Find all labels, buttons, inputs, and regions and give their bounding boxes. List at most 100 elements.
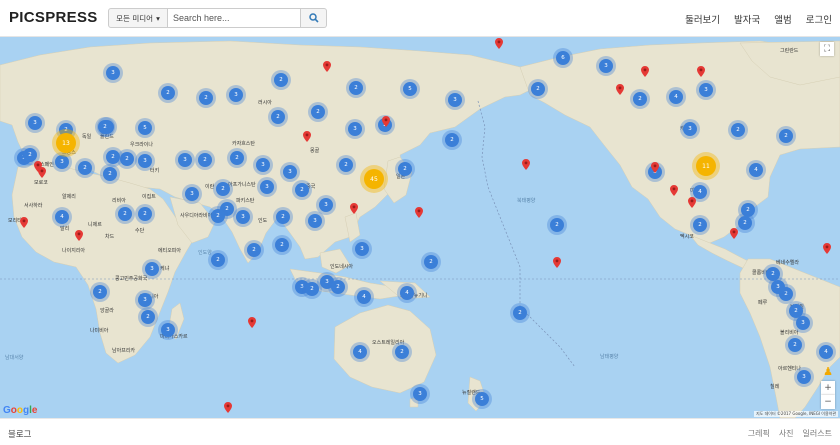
photo-cluster-marker[interactable]: 4 xyxy=(819,345,833,359)
fullscreen-button[interactable]: ⛶ xyxy=(820,42,834,56)
app-logo[interactable]: PICSPRESS xyxy=(9,9,98,26)
photo-cluster-marker[interactable]: 4 xyxy=(357,290,371,304)
photo-cluster-marker[interactable]: 2 xyxy=(199,91,213,105)
nav-explore[interactable]: 둘러보기 xyxy=(685,12,720,26)
photo-cluster-marker[interactable]: 3 xyxy=(348,122,362,136)
photo-cluster-marker[interactable]: 2 xyxy=(247,243,261,257)
photo-cluster-marker[interactable]: 2 xyxy=(424,255,438,269)
photo-cluster-marker-large[interactable]: 13 xyxy=(56,133,76,153)
location-pin-icon[interactable] xyxy=(38,167,46,178)
photo-cluster-marker[interactable]: 2 xyxy=(106,150,120,164)
photo-cluster-marker[interactable]: 3 xyxy=(106,66,120,80)
location-pin-icon[interactable] xyxy=(350,203,358,214)
location-pin-icon[interactable] xyxy=(382,116,390,127)
photo-cluster-marker[interactable]: 2 xyxy=(271,110,285,124)
photo-cluster-marker[interactable]: 3 xyxy=(138,293,152,307)
photo-cluster-marker[interactable]: 2 xyxy=(788,338,802,352)
photo-cluster-marker[interactable]: 2 xyxy=(398,162,412,176)
photo-cluster-marker[interactable]: 4 xyxy=(669,90,683,104)
photo-cluster-marker[interactable]: 3 xyxy=(413,387,427,401)
photo-cluster-marker[interactable]: 3 xyxy=(260,180,274,194)
footer-link-illustration[interactable]: 일러스트 xyxy=(803,428,832,439)
photo-cluster-marker[interactable]: 2 xyxy=(274,73,288,87)
location-pin-icon[interactable] xyxy=(730,228,738,239)
photo-cluster-marker[interactable]: 2 xyxy=(531,82,545,96)
photo-cluster-marker[interactable]: 3 xyxy=(185,187,199,201)
photo-cluster-marker[interactable]: 3 xyxy=(448,93,462,107)
location-pin-icon[interactable] xyxy=(616,84,624,95)
location-pin-icon[interactable] xyxy=(415,207,423,218)
zoom-in-button[interactable]: + xyxy=(821,381,835,395)
photo-cluster-marker[interactable]: 2 xyxy=(633,92,647,106)
photo-cluster-marker[interactable]: 2 xyxy=(138,207,152,221)
photo-cluster-marker[interactable]: 4 xyxy=(749,163,763,177)
photo-cluster-marker[interactable]: 2 xyxy=(103,167,117,181)
photo-cluster-marker[interactable]: 3 xyxy=(355,242,369,256)
photo-cluster-marker[interactable]: 2 xyxy=(766,267,780,281)
photo-cluster-marker[interactable]: 3 xyxy=(683,122,697,136)
location-pin-icon[interactable] xyxy=(641,66,649,77)
photo-cluster-marker[interactable]: 2 xyxy=(349,81,363,95)
photo-cluster-marker[interactable]: 2 xyxy=(216,182,230,196)
photo-cluster-marker[interactable]: 3 xyxy=(319,198,333,212)
location-pin-icon[interactable] xyxy=(495,38,503,49)
location-pin-icon[interactable] xyxy=(670,185,678,196)
location-pin-icon[interactable] xyxy=(224,402,232,413)
photo-cluster-marker[interactable]: 2 xyxy=(693,218,707,232)
photo-cluster-marker[interactable]: 6 xyxy=(556,51,570,65)
location-pin-icon[interactable] xyxy=(20,217,28,228)
location-pin-icon[interactable] xyxy=(75,230,83,241)
photo-cluster-marker[interactable]: 5 xyxy=(138,121,152,135)
photo-cluster-marker[interactable]: 5 xyxy=(403,82,417,96)
photo-cluster-marker[interactable]: 3 xyxy=(161,323,175,337)
photo-cluster-marker[interactable]: 2 xyxy=(78,161,92,175)
photo-cluster-marker[interactable]: 3 xyxy=(599,59,613,73)
photo-cluster-marker[interactable]: 2 xyxy=(550,218,564,232)
photo-cluster-marker[interactable]: 2 xyxy=(161,86,175,100)
photo-cluster-marker[interactable]: 2 xyxy=(779,129,793,143)
location-pin-icon[interactable] xyxy=(522,159,530,170)
nav-footprints[interactable]: 발자국 xyxy=(734,12,760,26)
photo-cluster-marker[interactable]: 2 xyxy=(141,310,155,324)
footer-blog-link[interactable]: 블로그 xyxy=(8,428,31,440)
photo-cluster-marker[interactable]: 4 xyxy=(400,286,414,300)
location-pin-icon[interactable] xyxy=(651,162,659,173)
photo-cluster-marker[interactable]: 4 xyxy=(55,210,69,224)
search-input[interactable] xyxy=(168,8,301,28)
photo-cluster-marker[interactable]: 3 xyxy=(55,155,69,169)
location-pin-icon[interactable] xyxy=(248,317,256,328)
photo-cluster-marker[interactable]: 2 xyxy=(211,253,225,267)
photo-cluster-marker[interactable]: 3 xyxy=(256,158,270,172)
photo-cluster-marker[interactable]: 2 xyxy=(211,209,225,223)
photo-cluster-marker[interactable]: 2 xyxy=(445,133,459,147)
photo-cluster-marker[interactable]: 2 xyxy=(331,280,345,294)
photo-cluster-marker[interactable]: 2 xyxy=(513,306,527,320)
map-attribution[interactable]: 지도 데이터 ©2017 Google, INEGI 이용약관 xyxy=(753,411,838,417)
photo-cluster-marker[interactable]: 3 xyxy=(771,280,785,294)
photo-cluster-marker[interactable]: 2 xyxy=(275,238,289,252)
street-view-pegman[interactable]: ♟ xyxy=(821,364,835,378)
photo-cluster-marker[interactable]: 2 xyxy=(93,285,107,299)
photo-cluster-marker[interactable]: 2 xyxy=(23,148,37,162)
photo-cluster-marker[interactable]: 3 xyxy=(138,154,152,168)
photo-cluster-marker[interactable]: 2 xyxy=(295,183,309,197)
photo-cluster-marker[interactable]: 5 xyxy=(475,392,489,406)
photo-cluster-marker[interactable]: 4 xyxy=(353,345,367,359)
google-logo[interactable]: Google xyxy=(3,405,37,416)
world-map[interactable]: 북태평양 남태평양 인도양 남대서양 러시아 카자흐스탄 중국 몽골 인도 이란… xyxy=(0,37,840,418)
media-filter-dropdown[interactable]: 모든 미디어 ▾ xyxy=(108,8,168,28)
photo-cluster-marker[interactable]: 2 xyxy=(738,216,752,230)
photo-cluster-marker[interactable]: 2 xyxy=(311,105,325,119)
location-pin-icon[interactable] xyxy=(303,131,311,142)
location-pin-icon[interactable] xyxy=(823,243,831,254)
photo-cluster-marker[interactable]: 2 xyxy=(198,153,212,167)
photo-cluster-marker[interactable]: 3 xyxy=(283,165,297,179)
nav-albums[interactable]: 앨범 xyxy=(774,12,791,26)
photo-cluster-marker[interactable]: 3 xyxy=(28,116,42,130)
location-pin-icon[interactable] xyxy=(697,66,705,77)
nav-login[interactable]: 로그인 xyxy=(806,12,832,26)
footer-link-graphic[interactable]: 그레픽 xyxy=(748,428,770,439)
photo-cluster-marker[interactable]: 3 xyxy=(236,210,250,224)
photo-cluster-marker[interactable]: 2 xyxy=(789,304,803,318)
photo-cluster-marker[interactable]: 3 xyxy=(699,83,713,97)
